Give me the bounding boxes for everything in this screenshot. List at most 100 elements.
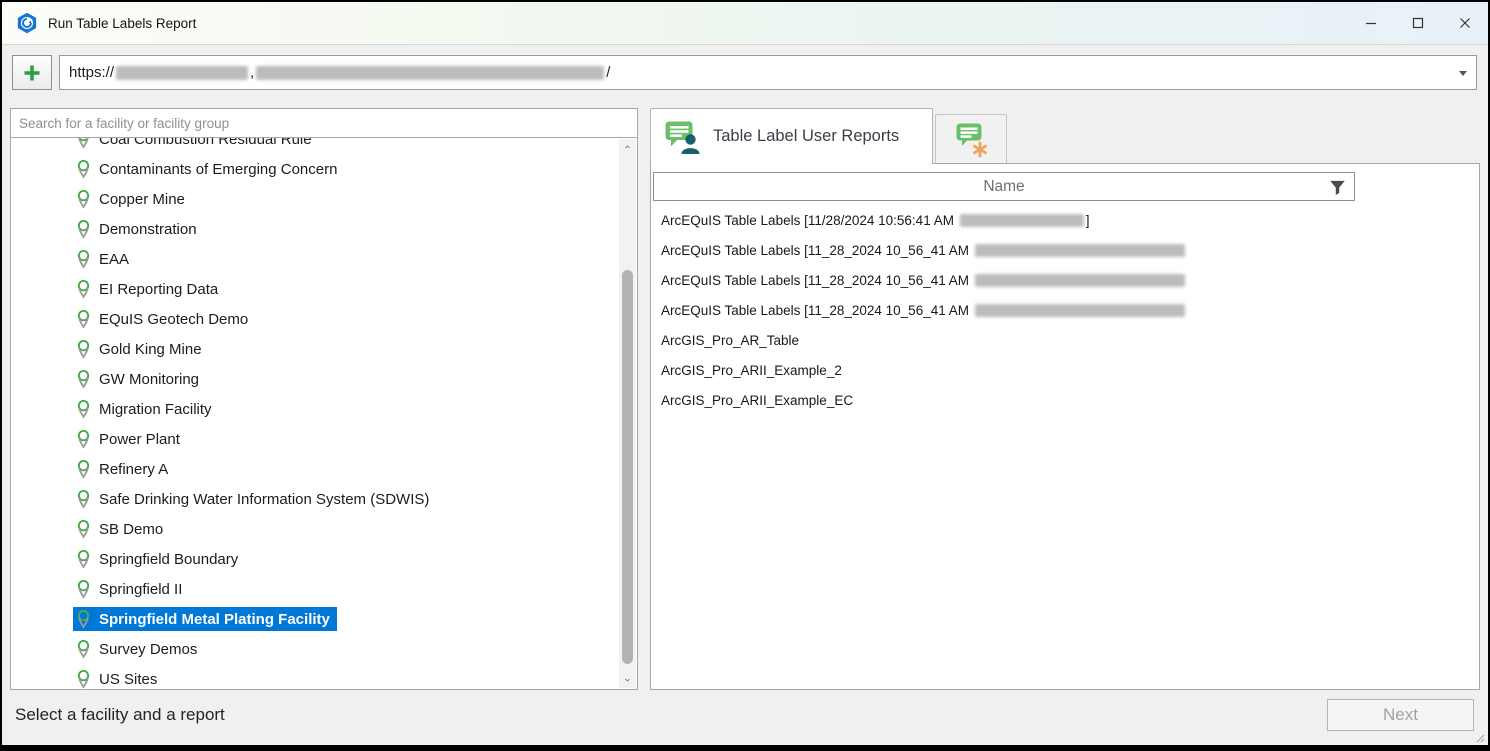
facility-pin-icon (76, 639, 91, 659)
facility-item[interactable]: Survey Demos (11, 634, 619, 664)
facility-item-content: US Sites (73, 667, 164, 690)
facility-item[interactable]: EI Reporting Data (11, 274, 619, 304)
facility-label: Refinery A (99, 461, 168, 478)
facility-list-items: Coal Combustion Residual Rule Contaminan… (11, 138, 619, 690)
report-panel: Name ArcEQuIS Table Labels [11/28/2024 1… (650, 163, 1480, 690)
facility-label: US Sites (99, 671, 157, 688)
facility-pin-icon (76, 369, 91, 389)
facility-item[interactable]: Contaminants of Emerging Concern (11, 154, 619, 184)
facility-label: EAA (99, 251, 129, 268)
facility-pin-icon (76, 549, 91, 569)
redacted-url-segment (116, 66, 248, 80)
facility-pin-icon (76, 189, 91, 209)
run-table-labels-report-window: Run Table Labels Report https:// , / (2, 2, 1488, 745)
facility-item-content: EI Reporting Data (73, 277, 225, 301)
facility-label: Gold King Mine (99, 341, 202, 358)
facility-pin-icon (76, 279, 91, 299)
facility-item[interactable]: Springfield II (11, 574, 619, 604)
add-connection-button[interactable] (12, 55, 52, 90)
facility-item[interactable]: Coal Combustion Residual Rule (11, 137, 619, 154)
report-row[interactable]: ArcGIS_Pro_AR_Table (652, 325, 1478, 355)
status-message: Select a facility and a report (15, 705, 225, 725)
facility-item-content: Copper Mine (73, 187, 192, 211)
report-row[interactable]: ArcEQuIS Table Labels [11_28_2024 10_56_… (652, 235, 1478, 265)
close-icon (1459, 17, 1471, 29)
facility-item[interactable]: Power Plant (11, 424, 619, 454)
facility-label: Demonstration (99, 221, 197, 238)
scroll-down-button[interactable] (619, 672, 636, 688)
facility-item-content: Gold King Mine (73, 337, 209, 361)
facility-label: EQuIS Geotech Demo (99, 311, 248, 328)
facility-pin-icon (76, 579, 91, 599)
url-prefix: https:// (69, 64, 114, 81)
facility-item[interactable]: EAA (11, 244, 619, 274)
report-row[interactable]: ArcEQuIS Table Labels [11/28/2024 10:56:… (652, 205, 1478, 235)
facility-item[interactable]: SB Demo (11, 514, 619, 544)
facility-search-input[interactable] (11, 109, 637, 137)
facility-label: Migration Facility (99, 401, 212, 418)
facility-item-content: Contaminants of Emerging Concern (73, 157, 344, 181)
facility-item[interactable]: Migration Facility (11, 394, 619, 424)
minimize-button[interactable] (1347, 2, 1394, 44)
report-name-text: ArcEQuIS Table Labels [11/28/2024 10:56:… (661, 213, 958, 228)
facility-label: EI Reporting Data (99, 281, 218, 298)
facility-item[interactable]: Demonstration (11, 214, 619, 244)
minimize-icon (1365, 17, 1377, 29)
report-row[interactable]: ArcGIS_Pro_ARII_Example_EC (652, 385, 1478, 415)
facility-item[interactable]: US Sites (11, 664, 619, 690)
facility-item-content: SB Demo (73, 517, 170, 541)
facility-item-content: Power Plant (73, 427, 187, 451)
redacted-text-segment (975, 274, 1185, 287)
facility-pin-icon (76, 249, 91, 269)
tab-new-table-label-report[interactable] (935, 114, 1007, 164)
report-name-column-header[interactable]: Name (653, 172, 1355, 201)
table-label-user-reports-icon (664, 120, 700, 154)
window-controls (1347, 2, 1488, 44)
facility-item[interactable]: Springfield Metal Plating Facility (11, 604, 619, 634)
facility-item[interactable]: GW Monitoring (11, 364, 619, 394)
connection-url-combobox[interactable]: https:// , / (59, 55, 1477, 90)
report-row[interactable]: ArcGIS_Pro_ARII_Example_2 (652, 355, 1478, 385)
facility-item-content: Migration Facility (73, 397, 219, 421)
facility-label: Springfield Boundary (99, 551, 238, 568)
filter-button[interactable] (1327, 177, 1347, 197)
titlebar: Run Table Labels Report (2, 2, 1488, 45)
report-name-text: ArcEQuIS Table Labels [11_28_2024 10_56_… (661, 243, 973, 258)
report-name-text: ArcEQuIS Table Labels [11_28_2024 10_56_… (661, 273, 973, 288)
facility-item[interactable]: Gold King Mine (11, 334, 619, 364)
facility-pin-icon (76, 489, 91, 509)
facility-pin-icon (76, 669, 91, 689)
maximize-button[interactable] (1394, 2, 1441, 44)
table-label-new-report-icon (953, 122, 989, 158)
combobox-dropdown-arrow-icon[interactable] (1459, 71, 1467, 76)
facility-item-content: Survey Demos (73, 637, 204, 661)
facility-pin-icon (76, 609, 91, 629)
facility-item[interactable]: Refinery A (11, 454, 619, 484)
facility-label: Copper Mine (99, 191, 185, 208)
report-list: ArcEQuIS Table Labels [11/28/2024 10:56:… (652, 205, 1478, 415)
report-row[interactable]: ArcEQuIS Table Labels [11_28_2024 10_56_… (652, 265, 1478, 295)
facility-pin-icon (76, 459, 91, 479)
report-name-text-suffix: ] (1086, 213, 1090, 228)
close-button[interactable] (1441, 2, 1488, 44)
facility-item[interactable]: Springfield Boundary (11, 544, 619, 574)
next-button[interactable]: Next (1327, 699, 1474, 731)
facility-label: GW Monitoring (99, 371, 199, 388)
tab-table-label-user-reports[interactable]: Table Label User Reports (650, 108, 933, 164)
facility-pin-icon (76, 399, 91, 419)
facility-list: Coal Combustion Residual Rule Contaminan… (10, 137, 638, 690)
facility-item[interactable]: EQuIS Geotech Demo (11, 304, 619, 334)
resize-grip[interactable] (1475, 733, 1485, 743)
redacted-text-segment (975, 244, 1185, 257)
report-row[interactable]: ArcEQuIS Table Labels [11_28_2024 10_56_… (652, 295, 1478, 325)
scroll-up-button[interactable] (619, 139, 636, 155)
scrollbar-thumb[interactable] (622, 270, 633, 664)
redacted-url-segment (256, 66, 604, 80)
facility-list-scrollbar[interactable] (619, 139, 636, 688)
facility-label: SB Demo (99, 521, 163, 538)
report-name-text: ArcGIS_Pro_ARII_Example_EC (661, 393, 853, 408)
facility-item[interactable]: Safe Drinking Water Information System (… (11, 484, 619, 514)
facility-item[interactable]: Copper Mine (11, 184, 619, 214)
facility-search-box (10, 108, 638, 138)
facility-item-content: Coal Combustion Residual Rule (73, 137, 319, 151)
